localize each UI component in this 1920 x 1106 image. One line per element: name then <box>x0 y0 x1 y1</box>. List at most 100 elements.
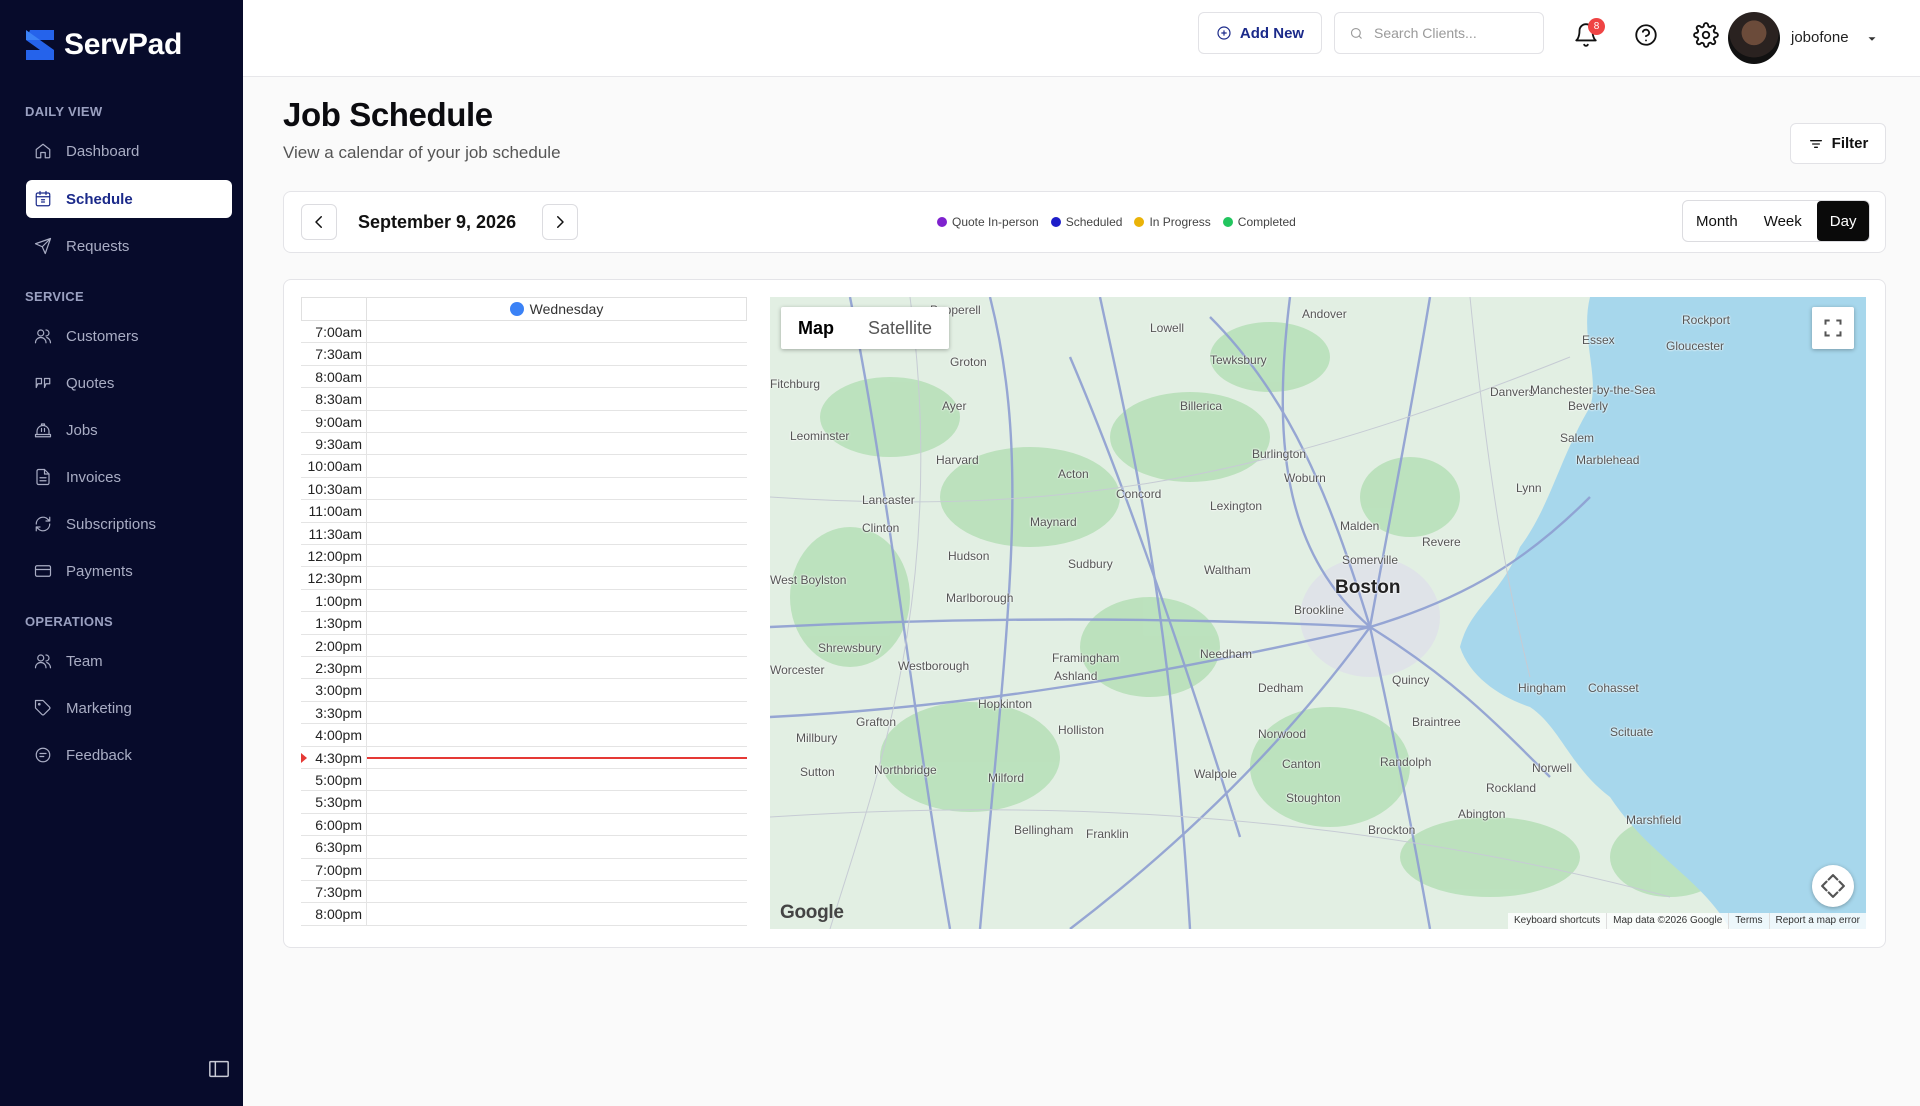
time-slot[interactable] <box>367 545 747 566</box>
time-row[interactable]: 12:00pm <box>301 545 747 568</box>
calendar-icon <box>35 190 51 207</box>
sidebar-toggle-button[interactable] <box>208 1058 230 1080</box>
legend-dot <box>1222 217 1233 227</box>
sidebar-item-team[interactable]: Team <box>26 642 232 680</box>
map-type-map-button[interactable]: Map <box>781 307 851 349</box>
add-new-button[interactable]: Add New <box>1198 12 1322 54</box>
time-row[interactable]: 3:30pm <box>301 701 747 725</box>
time-row[interactable]: 7:00pm <box>301 858 747 881</box>
time-slot[interactable] <box>367 500 747 521</box>
time-slot[interactable] <box>367 769 747 790</box>
sidebar-item-schedule[interactable]: Schedule <box>26 180 232 218</box>
keyboard-shortcuts-link[interactable]: Keyboard shortcuts <box>1508 913 1606 929</box>
time-slot[interactable] <box>367 881 747 902</box>
time-slot[interactable] <box>367 791 747 812</box>
time-slot[interactable] <box>367 366 747 387</box>
terms-link[interactable]: Terms <box>1728 913 1768 929</box>
time-slot[interactable] <box>367 455 747 476</box>
time-row[interactable]: 9:30am <box>301 433 747 456</box>
map-place-label: Needham <box>1200 647 1253 661</box>
time-slot[interactable] <box>367 478 747 499</box>
time-row[interactable]: 7:30pm <box>301 881 747 904</box>
user-menu-caret[interactable] <box>1865 32 1879 46</box>
username[interactable]: jobofone <box>1791 29 1849 46</box>
search-box[interactable] <box>1334 12 1544 54</box>
time-slot[interactable] <box>367 343 747 364</box>
time-row[interactable]: 4:00pm <box>301 724 747 747</box>
time-row[interactable]: 5:30pm <box>301 791 747 814</box>
sidebar-item-customers[interactable]: Customers <box>26 317 232 355</box>
notifications-button[interactable]: 8 <box>1573 18 1605 48</box>
time-slot[interactable] <box>367 836 747 857</box>
time-slot[interactable] <box>367 590 747 611</box>
time-row[interactable]: 8:30am <box>301 388 747 411</box>
time-row[interactable]: 12:30pm <box>301 567 747 590</box>
time-row[interactable]: 2:30pm <box>301 657 747 680</box>
time-row[interactable]: 7:30am <box>301 343 747 366</box>
map-place-label: Brookline <box>1294 603 1345 617</box>
sidebar-item-quotes[interactable]: Quotes <box>26 364 232 402</box>
view-day-button[interactable]: Day <box>1816 201 1870 241</box>
settings-button[interactable] <box>1693 22 1719 48</box>
help-button[interactable] <box>1633 22 1659 48</box>
time-slot[interactable] <box>367 612 747 633</box>
time-slot[interactable] <box>367 388 747 409</box>
time-slot[interactable] <box>367 657 747 678</box>
time-row[interactable]: 10:30am <box>301 477 747 501</box>
map-place-label: Danvers <box>1490 385 1535 399</box>
sidebar-item-marketing[interactable]: Marketing <box>26 689 232 727</box>
time-slot[interactable] <box>367 702 747 723</box>
time-row[interactable]: 6:30pm <box>301 836 747 859</box>
time-row[interactable]: 9:00am <box>301 410 747 433</box>
time-slot[interactable] <box>367 635 747 656</box>
sidebar-item-payments[interactable]: Payments <box>26 552 232 590</box>
map-view[interactable]: Pepperell Andover Rockport Lowell Essex Glouc… <box>770 297 1866 929</box>
report-map-error-link[interactable]: Report a map error <box>1768 913 1866 929</box>
time-slot[interactable] <box>367 321 747 342</box>
sidebar-item-dashboard[interactable]: Dashboard <box>26 132 232 170</box>
time-row[interactable]: 5:00pm <box>301 769 747 792</box>
time-row[interactable]: 11:30am <box>301 522 747 545</box>
brand[interactable]: ServPad <box>26 28 182 62</box>
time-row[interactable]: 3:00pm <box>301 679 747 702</box>
sidebar-item-requests[interactable]: Requests <box>26 227 232 265</box>
camera-control-button[interactable] <box>1812 865 1854 907</box>
time-slot[interactable] <box>367 567 747 588</box>
time-slot[interactable] <box>367 859 747 880</box>
sidebar-item-subscriptions[interactable]: Subscriptions <box>26 505 232 543</box>
user-avatar[interactable] <box>1728 12 1780 64</box>
time-row[interactable]: 7:00am <box>301 321 747 344</box>
time-slot[interactable] <box>367 679 747 700</box>
time-row[interactable]: 2:00pm <box>301 634 747 657</box>
fullscreen-button[interactable] <box>1812 307 1854 349</box>
time-row[interactable]: 6:00pm <box>301 813 747 837</box>
search-input[interactable] <box>1374 25 1524 41</box>
time-slot[interactable] <box>367 814 747 835</box>
legend-label: Completed <box>1237 215 1296 229</box>
time-slot[interactable] <box>367 411 747 432</box>
view-week-button[interactable]: Week <box>1751 201 1815 241</box>
time-row[interactable]: 1:00pm <box>301 589 747 613</box>
message-icon <box>35 747 51 763</box>
view-month-button[interactable]: Month <box>1683 201 1751 241</box>
filter-button[interactable]: Filter <box>1790 123 1886 164</box>
sidebar-item-feedback[interactable]: Feedback <box>26 736 232 774</box>
time-row[interactable]: 1:30pm <box>301 612 747 635</box>
time-row[interactable]: 11:00am <box>301 500 747 523</box>
time-row[interactable]: 8:00pm <box>301 903 747 926</box>
time-slot[interactable] <box>367 903 747 924</box>
map-place-label: Ayer <box>942 399 967 413</box>
sidebar-item-jobs[interactable]: Jobs <box>26 411 232 449</box>
move-icon <box>1821 874 1845 898</box>
sidebar-item-invoices[interactable]: Invoices <box>26 458 232 496</box>
next-date-button[interactable] <box>542 204 578 240</box>
time-slot[interactable] <box>367 724 747 745</box>
time-slot[interactable] <box>367 523 747 544</box>
previous-date-button[interactable] <box>301 204 337 240</box>
time-row[interactable]: 8:00am <box>301 365 747 389</box>
map-type-satellite-button[interactable]: Satellite <box>851 307 949 349</box>
time-slot[interactable] <box>367 433 747 454</box>
time-label: 10:30am <box>301 477 367 500</box>
time-row[interactable]: 10:00am <box>301 455 747 478</box>
time-label: 11:00am <box>301 500 367 522</box>
